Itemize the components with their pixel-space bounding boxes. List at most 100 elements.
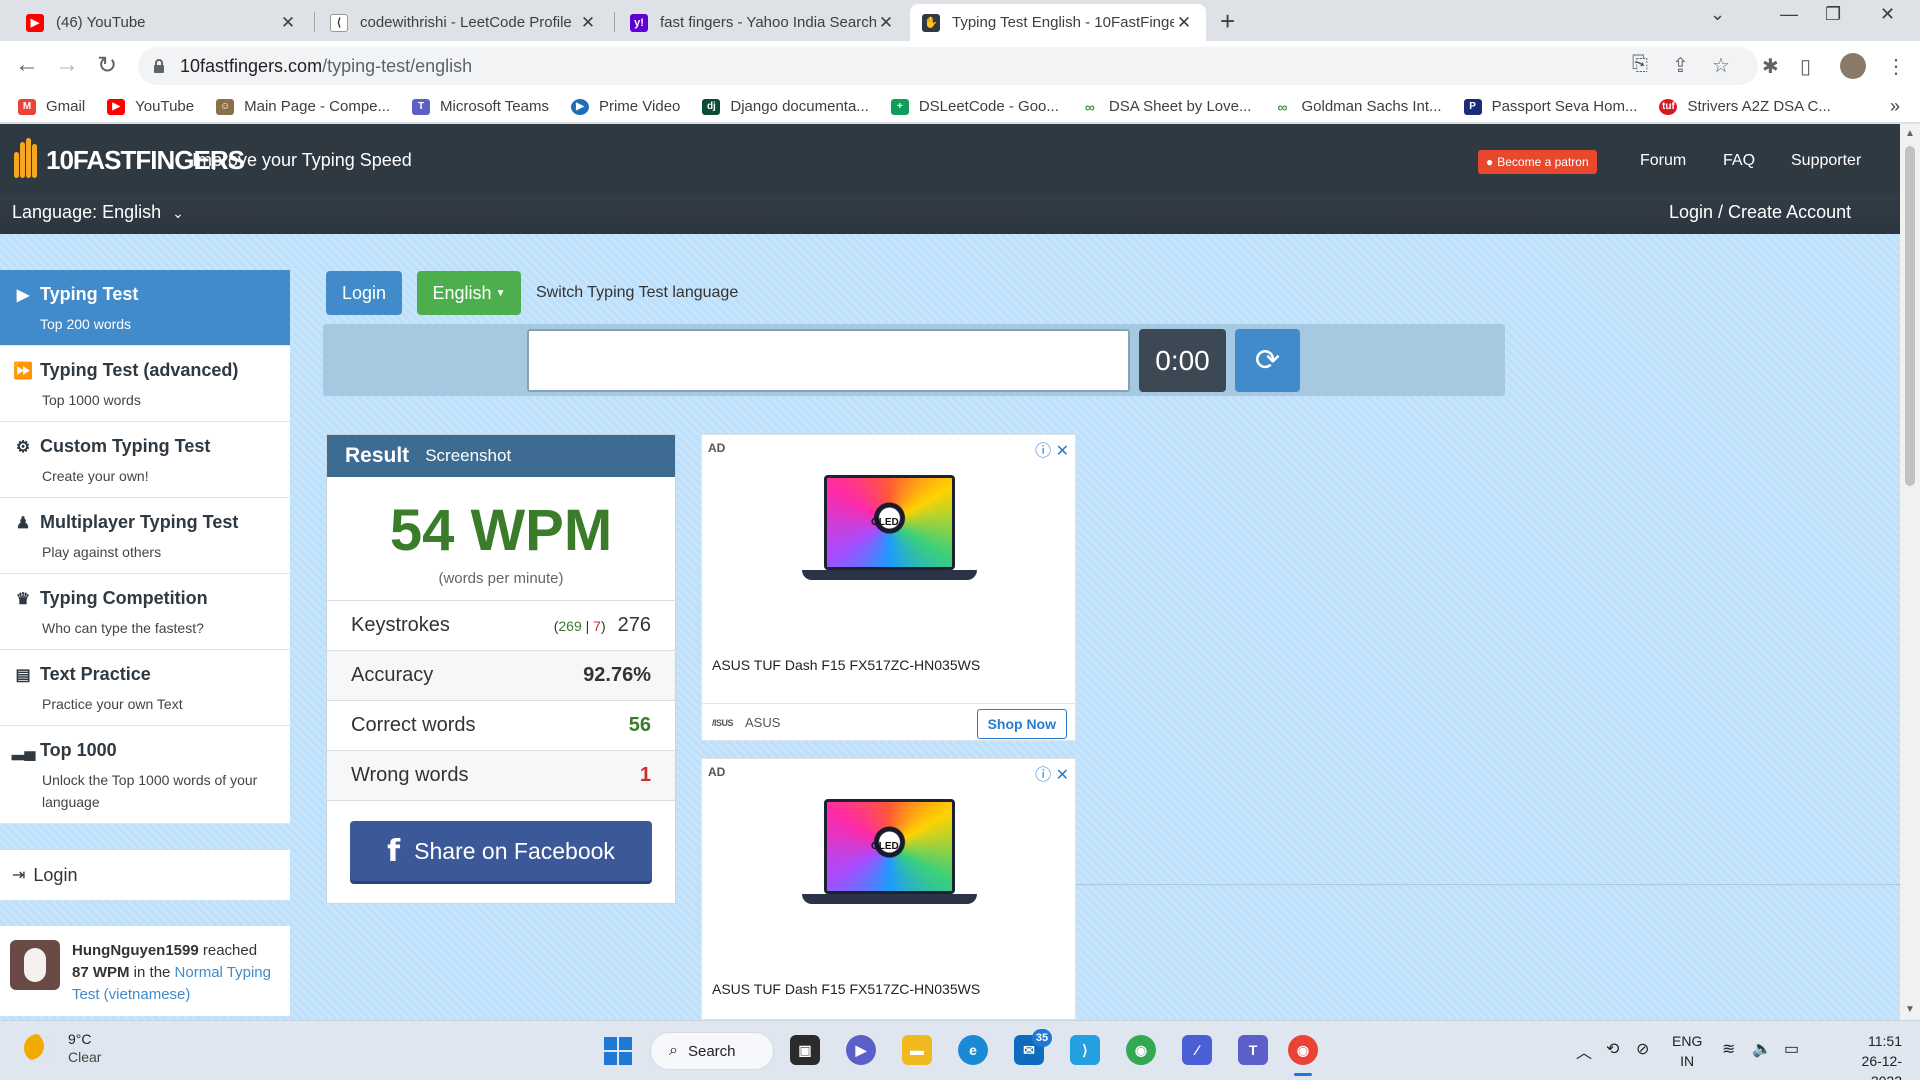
sidebar-item-typing-test[interactable]: ▶ Typing Test Top 200 words — [0, 270, 290, 346]
address-bar[interactable]: 10fastfingers.com/typing-test/english — [138, 47, 1758, 85]
network-off-icon[interactable]: ⊘ — [1636, 1039, 1649, 1059]
chrome-profile-icon[interactable]: ◉ — [1126, 1035, 1156, 1065]
weather-widget[interactable]: 9°C Clear — [24, 1031, 101, 1065]
bookmark-goldman[interactable]: ∞ Goldman Sachs Int... — [1273, 98, 1441, 115]
new-tab-icon[interactable]: + — [1220, 6, 1235, 37]
sidebar-login[interactable]: ⇥ Login — [0, 850, 290, 900]
tab-yahoo[interactable]: y! fast fingers - Yahoo India Search ✕ — [618, 4, 908, 41]
sidebar-item-title: Top 1000 — [40, 740, 117, 760]
typing-input[interactable] — [527, 329, 1130, 392]
restart-button[interactable]: ⟳ — [1235, 329, 1300, 392]
chat-icon[interactable]: ▶ — [846, 1035, 876, 1065]
login-create-account-link[interactable]: Login / Create Account — [1669, 202, 1851, 223]
tab-leetcode[interactable]: ⟨ codewithrishi - LeetCode Profile ✕ — [318, 4, 610, 41]
keystrokes-total: 276 — [617, 614, 651, 636]
ad-banner[interactable]: AD ⓘ ✕ OLED ASUS TUF Dash F15 FX517ZC-HN… — [701, 758, 1076, 1020]
profile-avatar[interactable] — [1840, 53, 1866, 79]
tab-youtube[interactable]: ▶ (46) YouTube ✕ — [14, 4, 310, 41]
passport-icon: P — [1463, 98, 1482, 115]
ad-product-name[interactable]: ASUS TUF Dash F15 FX517ZC-HN035WS — [712, 981, 980, 997]
extensions-icon[interactable]: ✱ — [1762, 54, 1779, 79]
restore-icon[interactable]: ❐ — [1825, 4, 1841, 25]
page-scrollbar[interactable]: ▲ ▼ — [1900, 124, 1920, 1020]
translate-icon[interactable]: ⎘ — [1632, 53, 1648, 76]
document-icon: ▤ — [15, 666, 31, 684]
ad-close-icon[interactable]: ⓘ ✕ — [1035, 437, 1069, 461]
scrollbar-thumb[interactable] — [1905, 146, 1915, 486]
bookmark-django[interactable]: dj Django documenta... — [702, 98, 869, 115]
screenshot-tab[interactable]: Screenshot — [425, 446, 511, 466]
result-title[interactable]: Result — [345, 444, 409, 468]
tab-search-icon[interactable]: ⌄ — [1710, 4, 1725, 25]
share-facebook-button[interactable]: f Share on Facebook — [350, 821, 652, 881]
taskbar-search[interactable]: ⌕ Search — [650, 1032, 774, 1070]
mail-icon[interactable]: ✉ 35 — [1014, 1029, 1052, 1065]
bookmark-main-page[interactable]: ☺ Main Page - Compe... — [216, 98, 390, 115]
menu-icon[interactable]: ⋮ — [1886, 54, 1906, 79]
language-dropdown-button[interactable]: English ▼ — [417, 271, 521, 315]
bookmark-teams[interactable]: T Microsoft Teams — [412, 98, 549, 115]
sync-icon[interactable]: ⟲ — [1606, 1039, 1619, 1059]
user-avatar[interactable] — [10, 940, 60, 990]
bookmark-strivers[interactable]: tuf Strivers A2Z DSA C... — [1659, 98, 1831, 115]
close-tab-icon[interactable]: ✕ — [1174, 13, 1194, 33]
ad-close-icon[interactable]: ⓘ ✕ — [1035, 761, 1069, 785]
ad-product-name[interactable]: ASUS TUF Dash F15 FX517ZC-HN035WS — [712, 657, 980, 673]
battery-icon[interactable]: ▭ — [1784, 1039, 1799, 1059]
oled-label: OLED — [871, 841, 899, 852]
start-button[interactable] — [604, 1037, 632, 1065]
ad-banner[interactable]: AD ⓘ ✕ OLED ASUS TUF Dash F15 FX517ZC-HN… — [701, 434, 1076, 741]
sidebar-item-multiplayer[interactable]: ♟ Multiplayer Typing Test Play against ot… — [0, 498, 290, 574]
nav-faq[interactable]: FAQ — [1723, 152, 1755, 170]
sidebar-item-competition[interactable]: ♛ Typing Competition Who can type the fas… — [0, 574, 290, 650]
side-panel-icon[interactable]: ▯ — [1800, 54, 1811, 79]
sidebar-item-typing-test-advanced[interactable]: ⏩ Typing Test (advanced) Top 1000 words — [0, 346, 290, 422]
more-bookmarks-icon[interactable]: » — [1890, 96, 1900, 117]
close-tab-icon[interactable]: ✕ — [578, 13, 598, 33]
volume-icon[interactable]: 🔈 — [1752, 1039, 1772, 1059]
tab-title: (46) YouTube — [56, 14, 146, 31]
sidebar-item-custom-typing-test[interactable]: ⚙ Custom Typing Test Create your own! — [0, 422, 290, 498]
share-icon[interactable]: ⇪ — [1672, 53, 1689, 78]
become-patron-button[interactable]: ● Become a patron — [1478, 150, 1597, 174]
laptop-image: OLED — [802, 475, 977, 590]
bookmark-passport[interactable]: P Passport Seva Hom... — [1463, 98, 1637, 115]
bookmark-youtube[interactable]: ▶ YouTube — [107, 98, 194, 115]
bookmark-dsa-sheet[interactable]: ∞ DSA Sheet by Love... — [1081, 98, 1252, 115]
clock[interactable]: 11:51 26-12-2022 — [1840, 1031, 1902, 1080]
scroll-down-icon[interactable]: ▼ — [1905, 1004, 1915, 1015]
chrome-icon[interactable]: ◉ — [1288, 1035, 1318, 1065]
forward-icon[interactable]: → — [52, 51, 82, 79]
vscode-icon[interactable]: ⟩ — [1070, 1035, 1100, 1065]
close-tab-icon[interactable]: ✕ — [876, 13, 896, 33]
sidebar-item-top-1000[interactable]: ▂▄ Top 1000 Unlock the Top 1000 words of … — [0, 726, 290, 824]
bookmark-prime-video[interactable]: ▶ Prime Video — [570, 98, 680, 115]
show-hidden-icons[interactable]: ︿ — [1576, 1039, 1592, 1063]
input-language[interactable]: ENG IN — [1672, 1031, 1702, 1071]
bookmark-gmail[interactable]: M Gmail — [18, 98, 85, 115]
sidebar-item-text-practice[interactable]: ▤ Text Practice Practice your own Text — [0, 650, 290, 726]
tab-10fastfingers[interactable]: ✋ Typing Test English - 10FastFinge ✕ — [910, 4, 1206, 41]
nav-supporter[interactable]: Supporter — [1791, 152, 1861, 170]
back-icon[interactable]: ← — [12, 51, 42, 79]
login-button[interactable]: Login — [326, 271, 402, 315]
close-tab-icon[interactable]: ✕ — [278, 13, 298, 33]
edge-icon[interactable]: e — [958, 1035, 988, 1065]
wifi-icon[interactable]: ≋ — [1722, 1039, 1735, 1059]
reload-icon[interactable]: ↻ — [92, 51, 122, 80]
nav-forum[interactable]: Forum — [1640, 152, 1686, 170]
shop-now-button[interactable]: Shop Now — [976, 709, 1067, 739]
teams-icon[interactable]: T — [1238, 1035, 1268, 1065]
file-explorer-icon[interactable]: ▬ — [902, 1035, 932, 1065]
correct-words-value: 56 — [628, 714, 651, 736]
language-selector[interactable]: Language: English ⌄ — [12, 202, 184, 223]
ad-label: AD — [708, 441, 726, 455]
scroll-up-icon[interactable]: ▲ — [1905, 128, 1915, 139]
minimize-icon[interactable]: — — [1780, 4, 1798, 25]
bookmark-star-icon[interactable]: ☆ — [1712, 53, 1730, 78]
task-view-icon[interactable]: ▣ — [790, 1035, 820, 1065]
activity-user[interactable]: HungNguyen1599 — [72, 942, 199, 959]
close-window-icon[interactable]: ✕ — [1880, 4, 1895, 25]
editor-app-icon[interactable]: ∕ — [1182, 1035, 1212, 1065]
bookmark-dsleetcode[interactable]: + DSLeetCode - Goo... — [890, 98, 1059, 115]
